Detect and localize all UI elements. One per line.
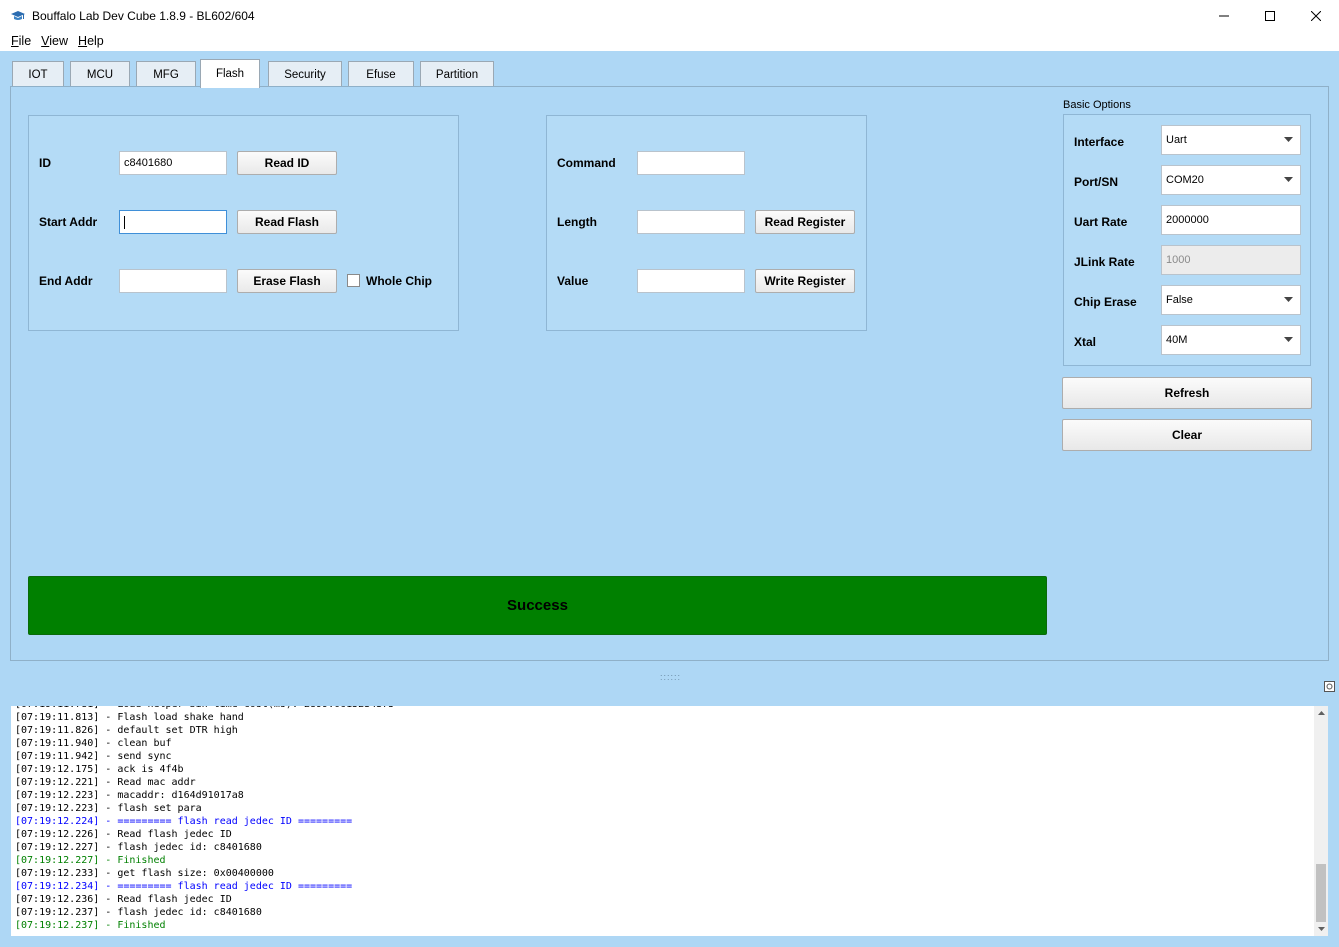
flash-group: ID c8401680 Read ID Start Addr Read Flas… (28, 115, 459, 331)
command-field[interactable] (637, 151, 745, 175)
log-console[interactable]: [07:19:11.781] - Load helper bin time co… (11, 706, 1328, 936)
log-line: [07:19:11.813] - Flash load shake hand (15, 712, 244, 723)
start-addr-label: Start Addr (39, 215, 98, 229)
write-register-button[interactable]: Write Register (755, 269, 855, 293)
jlink-rate-label: JLink Rate (1074, 255, 1135, 269)
register-group: Command Length Read Register Value Write… (546, 115, 867, 331)
minimize-icon (1219, 15, 1229, 16)
log-line: [07:19:12.237] - Finished (15, 920, 166, 931)
log-line: [07:19:12.175] - ack is 4f4b (15, 764, 184, 775)
menu-bar: File View Help (0, 31, 1339, 51)
title-bar: Bouffalo Lab Dev Cube 1.8.9 - BL602/604 (0, 0, 1339, 31)
window-title: Bouffalo Lab Dev Cube 1.8.9 - BL602/604 (32, 8, 255, 23)
id-field[interactable]: c8401680 (119, 151, 227, 175)
scroll-down-button[interactable] (1314, 922, 1328, 936)
xtal-select[interactable]: 40M (1161, 325, 1301, 355)
basic-options-title: Basic Options (1063, 99, 1131, 111)
chevron-down-icon (1284, 137, 1293, 142)
basic-options-group: Interface Uart Port/SN COM20 Uart Rate 2… (1063, 114, 1311, 366)
value-label: Value (557, 274, 589, 288)
minimize-button[interactable] (1201, 0, 1247, 31)
close-button[interactable] (1293, 0, 1339, 31)
value-field[interactable] (637, 269, 745, 293)
port-label: Port/SN (1074, 175, 1119, 189)
clear-button[interactable]: Clear (1062, 419, 1312, 451)
command-label: Command (557, 156, 616, 170)
log-line: [07:19:12.227] - flash jedec id: c840168… (15, 842, 262, 853)
chevron-down-icon (1284, 337, 1293, 342)
jlink-rate-field: 1000 (1161, 245, 1301, 275)
menu-file[interactable]: File (11, 34, 31, 48)
chevron-up-icon (1317, 711, 1325, 715)
tab-flash[interactable]: Flash (200, 59, 260, 88)
tab-iot[interactable]: IOT (12, 61, 64, 87)
log-line: [07:19:12.223] - flash set para (15, 803, 202, 814)
id-label: ID (39, 156, 51, 170)
log-lines: [07:19:11.781] - Load helper bin time co… (15, 706, 394, 932)
log-line: [07:19:11.940] - clean buf (15, 738, 172, 749)
log-scrollbar[interactable] (1314, 706, 1328, 936)
log-line: [07:19:12.226] - Read flash jedec ID (15, 829, 232, 840)
close-icon (1311, 10, 1321, 21)
tab-mcu[interactable]: MCU (70, 61, 130, 87)
interface-label: Interface (1074, 135, 1125, 149)
start-addr-field[interactable] (119, 210, 227, 234)
end-addr-label: End Addr (39, 274, 93, 288)
tab-security[interactable]: Security (268, 61, 342, 87)
uart-rate-label: Uart Rate (1074, 215, 1128, 229)
log-line: [07:19:12.224] - ========= flash read je… (15, 816, 353, 827)
length-label: Length (557, 215, 597, 229)
refresh-button[interactable]: Refresh (1062, 377, 1312, 409)
maximize-button[interactable] (1247, 0, 1293, 31)
status-bar: Success (28, 576, 1047, 635)
whole-chip-checkbox[interactable] (347, 274, 360, 287)
uart-rate-field[interactable]: 2000000 (1161, 205, 1301, 235)
xtal-label: Xtal (1074, 335, 1097, 349)
tab-efuse[interactable]: Efuse (348, 61, 414, 87)
log-line: [07:19:12.233] - get flash size: 0x00400… (15, 868, 274, 879)
log-line: [07:19:11.942] - send sync (15, 751, 172, 762)
maximize-icon (1265, 10, 1275, 21)
menu-view[interactable]: View (41, 34, 68, 48)
app-icon (11, 10, 25, 20)
float-icon[interactable] (1324, 681, 1335, 692)
chevron-down-icon (1284, 177, 1293, 182)
chevron-down-icon (1317, 927, 1325, 931)
log-line: [07:19:12.221] - Read mac addr (15, 777, 196, 788)
interface-select[interactable]: Uart (1161, 125, 1301, 155)
read-id-button[interactable]: Read ID (237, 151, 337, 175)
chip-erase-select[interactable]: False (1161, 285, 1301, 315)
erase-flash-button[interactable]: Erase Flash (237, 269, 337, 293)
tab-mfg[interactable]: MFG (136, 61, 196, 87)
tab-partition[interactable]: Partition (420, 61, 494, 87)
log-line: [07:19:12.236] - Read flash jedec ID (15, 894, 232, 905)
log-line: [07:19:12.227] - Finished (15, 855, 166, 866)
log-line: [07:19:11.826] - default set DTR high (15, 725, 238, 736)
read-register-button[interactable]: Read Register (755, 210, 855, 234)
read-flash-button[interactable]: Read Flash (237, 210, 337, 234)
scroll-up-button[interactable] (1314, 706, 1328, 720)
splitter-handle[interactable]: :::::: (660, 672, 681, 682)
log-line: [07:19:12.223] - macaddr: d164d91017a8 (15, 790, 244, 801)
scroll-thumb[interactable] (1316, 864, 1326, 922)
chip-erase-label: Chip Erase (1074, 295, 1137, 309)
log-line: [07:19:12.234] - ========= flash read je… (15, 881, 353, 892)
length-field[interactable] (637, 210, 745, 234)
log-line: [07:19:12.237] - flash jedec id: c840168… (15, 907, 262, 918)
port-select[interactable]: COM20 (1161, 165, 1301, 195)
chevron-down-icon (1284, 297, 1293, 302)
menu-help[interactable]: Help (78, 34, 104, 48)
end-addr-field[interactable] (119, 269, 227, 293)
whole-chip-label: Whole Chip (366, 274, 432, 288)
